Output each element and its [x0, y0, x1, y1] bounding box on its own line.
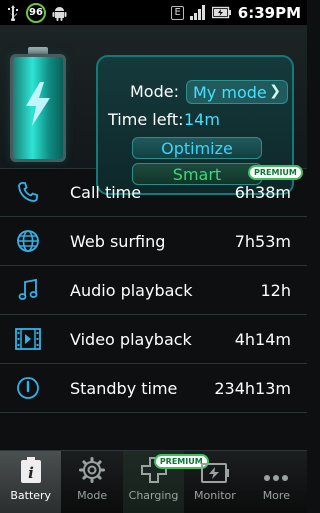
tab-mode[interactable]: Mode [61, 451, 122, 513]
list-item-label: Video playback [70, 329, 192, 349]
list-item-label: Standby time [70, 378, 178, 398]
film-icon [15, 328, 41, 350]
list-item-web-surfing[interactable]: Web surfing 7h53m [0, 217, 307, 266]
optimize-label: Optimize [161, 138, 233, 158]
battery-badge: 96 [26, 2, 46, 23]
usb-icon [8, 4, 18, 21]
clock: 6:39PM [237, 3, 301, 22]
tab-monitor[interactable]: Monitor [184, 451, 245, 513]
list-item-label: Audio playback [70, 280, 193, 300]
android-icon [52, 6, 67, 21]
battery-header: Mode: My mode ❯ Time left: 14m Optimize … [0, 25, 307, 195]
battery-info-icon: i [20, 457, 41, 483]
battery-graphic [10, 47, 66, 167]
tab-label: Charging [128, 489, 179, 502]
list-item-value: 12h [260, 280, 292, 300]
list-item-call-time[interactable]: Call time 6h38m [0, 168, 307, 217]
usage-list: Call time 6h38m Web surfing 7h53m Audio … [0, 168, 307, 413]
list-item-value: 7h53m [234, 231, 291, 251]
list-item-value: 234h13m [214, 378, 291, 398]
tab-battery[interactable]: i Battery [0, 451, 62, 513]
bottom-navbar: i Battery Mode PREMIUM Charging Monitor … [0, 450, 307, 513]
list-item-value: 4h14m [234, 329, 291, 349]
list-item-standby-time[interactable]: Standby time 234h13m [0, 364, 307, 413]
time-left-label: Time left: [108, 110, 184, 129]
tab-label: Monitor [194, 489, 236, 502]
list-item-label: Web surfing [70, 231, 166, 251]
phone-icon [18, 182, 38, 202]
signal-icon [189, 5, 205, 20]
status-bar: 96 E 6:39PM [0, 0, 307, 25]
list-item-audio-playback[interactable]: Audio playback 12h [0, 266, 307, 315]
list-item-label: Call time [70, 182, 142, 202]
chevron-right-icon: ❯ [269, 83, 281, 99]
music-note-icon [18, 278, 38, 300]
mode-label: Mode: [130, 82, 179, 101]
gear-icon [79, 457, 106, 483]
monitor-icon [200, 463, 229, 483]
tab-label: More [262, 489, 290, 502]
lightning-icon [26, 82, 50, 126]
tab-label: Mode [77, 489, 108, 502]
battery-status-icon [211, 6, 231, 19]
time-left-value: 14m [184, 110, 220, 129]
tab-label: Battery [10, 489, 52, 502]
mode-select[interactable]: My mode ❯ [186, 80, 288, 104]
svg-text:i: i [28, 464, 34, 482]
list-item-value: 6h38m [234, 182, 291, 202]
tab-charging[interactable]: PREMIUM Charging [122, 451, 209, 513]
optimize-button[interactable]: Optimize [132, 137, 262, 159]
power-icon [17, 377, 39, 399]
network-type-icon: E [171, 5, 184, 20]
tab-more[interactable]: More [246, 451, 307, 513]
mode-value: My mode [193, 82, 267, 102]
globe-icon [17, 230, 39, 252]
more-dots-icon [264, 475, 289, 481]
list-item-video-playback[interactable]: Video playback 4h14m [0, 315, 307, 364]
